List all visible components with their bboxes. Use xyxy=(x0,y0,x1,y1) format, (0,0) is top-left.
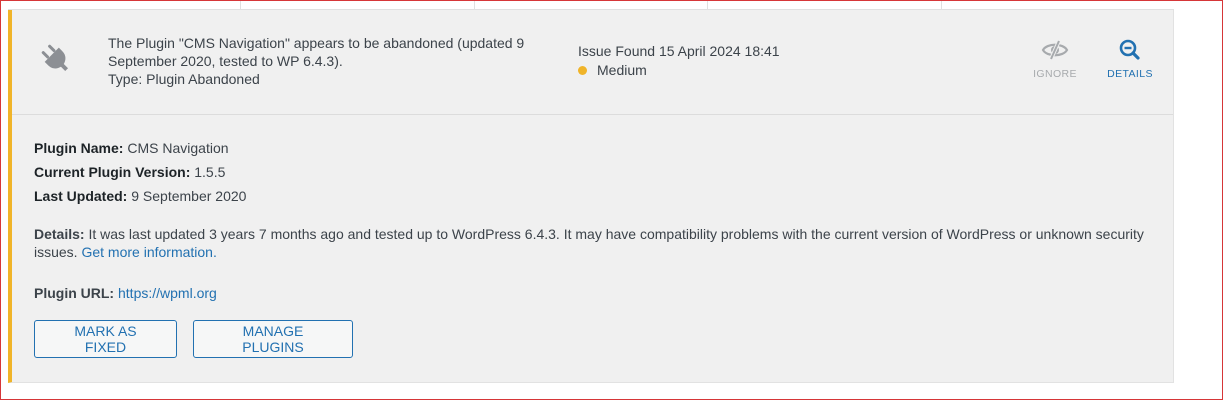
plugin-name-value: CMS Navigation xyxy=(127,140,229,156)
issue-summary-line1: The Plugin "CMS Navigation" appears to b… xyxy=(108,35,525,51)
issue-card-header: The Plugin "CMS Navigation" appears to b… xyxy=(12,10,1173,115)
ignore-button[interactable]: IGNORE xyxy=(1032,38,1078,80)
plugin-url-link[interactable]: https://wpml.org xyxy=(118,285,217,301)
more-info-link[interactable]: Get more information. xyxy=(81,244,216,260)
last-updated-label: Last Updated: xyxy=(34,188,128,204)
issue-details: Plugin Name: CMS Navigation Current Plug… xyxy=(34,136,1154,302)
issue-card: The Plugin "CMS Navigation" appears to b… xyxy=(8,10,1174,383)
issue-summary-line2: September 2020, tested to WP 6.4.3). xyxy=(108,53,343,69)
eye-slash-icon xyxy=(1041,40,1069,60)
strip-segment xyxy=(241,0,475,9)
details-label-text: Details: xyxy=(34,226,85,242)
plugin-version-label: Current Plugin Version: xyxy=(34,164,191,180)
issue-type: Type: Plugin Abandoned xyxy=(108,71,260,87)
issue-info: Issue Found 15 April 2024 18:41 Medium xyxy=(578,42,780,79)
severity-indicator: Medium xyxy=(578,61,780,79)
ignore-label: IGNORE xyxy=(1033,68,1077,80)
strip-segment xyxy=(942,0,1174,9)
previous-card-strip xyxy=(8,0,1174,10)
plugin-name-label: Plugin Name: xyxy=(34,140,124,156)
details-label: DETAILS xyxy=(1107,68,1153,80)
mark-as-fixed-button[interactable]: MARK AS FIXED xyxy=(34,320,177,358)
strip-segment xyxy=(708,0,942,9)
issue-found-date: Issue Found 15 April 2024 18:41 xyxy=(578,43,780,59)
plugin-version-row: Current Plugin Version: 1.5.5 xyxy=(34,160,1154,184)
plugin-url-row: Plugin URL: https://wpml.org xyxy=(34,284,1154,302)
issue-summary: The Plugin "CMS Navigation" appears to b… xyxy=(108,34,548,88)
plugin-url-label: Plugin URL: xyxy=(34,285,115,301)
manage-plugins-button[interactable]: MANAGE PLUGINS xyxy=(193,320,353,358)
severity-label: Medium xyxy=(597,62,647,78)
last-updated-value: 9 September 2020 xyxy=(131,188,247,204)
issue-action-buttons: MARK AS FIXED MANAGE PLUGINS xyxy=(34,320,353,358)
details-paragraph: Details: It was last updated 3 years 7 m… xyxy=(34,225,1154,261)
plugin-name-row: Plugin Name: CMS Navigation xyxy=(34,136,1154,160)
strip-segment xyxy=(8,0,242,9)
strip-segment xyxy=(475,0,709,9)
details-button[interactable]: DETAILS xyxy=(1102,38,1158,80)
zoom-out-icon xyxy=(1119,39,1140,60)
severity-dot-icon xyxy=(578,65,587,75)
plugin-version-value: 1.5.5 xyxy=(194,164,226,180)
plug-icon xyxy=(41,44,69,72)
last-updated-row: Last Updated: 9 September 2020 xyxy=(34,184,1154,208)
